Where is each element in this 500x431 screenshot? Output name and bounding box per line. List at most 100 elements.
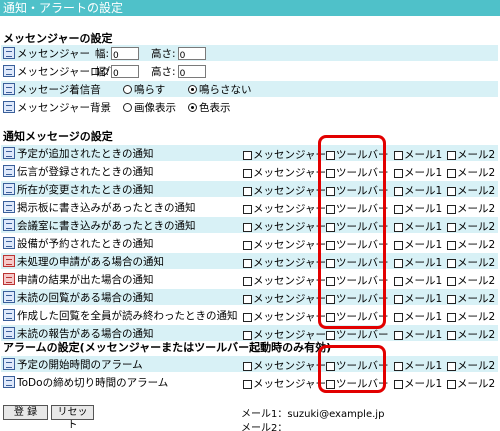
messenger-option: メッセンジャー [243,273,326,288]
messenger-checkbox[interactable] [243,168,252,178]
mail1-option: メール1 [394,291,442,306]
request-result-icon [3,273,15,285]
bg-color-radio[interactable] [188,102,197,112]
messenger-height-input[interactable]: 0 [177,46,206,61]
messenger-option: メッセンジャー [243,183,326,198]
mail2-checkbox[interactable] [447,294,456,304]
messenger-label: メッセンジャー [253,360,326,372]
notify-row: 予定の開始時間のアラーム メッセンジャー ツールバー メール1 メール2 [1,356,498,372]
messenger-label: メッセンジャー [17,47,90,60]
toolbar-label: ツールバー [336,329,389,341]
message-sound-label: メッセージ着信音 [17,83,101,96]
mail1-checkbox[interactable] [394,379,403,389]
mail2-label: メール2 [457,221,496,233]
mail2-checkbox[interactable] [447,186,456,196]
mail1-checkbox[interactable] [394,204,403,214]
pen-icon [3,183,15,195]
messenger-log-width-input[interactable]: 0 [111,64,140,79]
messenger-checkbox[interactable] [243,240,252,250]
mail2-option: メール2 [447,165,495,180]
mail2-checkbox[interactable] [447,240,456,250]
mail1-checkbox[interactable] [394,258,403,268]
notify-row: 未処理の申請がある場合の通知 メッセンジャー ツールバー メール1 メール2 [1,253,498,269]
save-button[interactable]: 登 録 [3,405,48,420]
messenger-label: メッセンジャー [253,203,326,215]
mail1-option: メール1 [394,183,442,198]
mail1-label: メール1 [404,275,443,287]
messenger-checkbox[interactable] [243,294,252,304]
mail1-checkbox[interactable] [394,240,403,250]
mail2-option: メール2 [447,327,495,342]
messenger-checkbox[interactable] [243,204,252,214]
row-label: 伝言が登録されたときの通知 [17,165,154,178]
notify-row: 設備が予約されたときの通知 メッセンジャー ツールバー メール1 メール2 [1,235,498,251]
mail2-checkbox[interactable] [447,150,456,160]
notify-row: 作成した回覧を全員が読み終わったときの通知 メッセンジャー ツールバー メール1 メール… [1,307,498,323]
messenger-checkbox[interactable] [243,361,252,371]
messenger-checkbox[interactable] [243,222,252,232]
window-icon [3,101,15,113]
messenger-checkbox[interactable] [243,379,252,389]
sound-on-radio[interactable] [123,84,132,94]
mail2-checkbox[interactable] [447,276,456,286]
notify-row: 所在が変更されたときの通知 メッセンジャー ツールバー メール1 メール2 [1,181,498,197]
mail2-checkbox[interactable] [447,222,456,232]
mail2-checkbox[interactable] [447,330,456,340]
messenger-checkbox[interactable] [243,312,252,322]
mail1-checkbox[interactable] [394,312,403,322]
mail2-checkbox[interactable] [447,168,456,178]
mail1-checkbox[interactable] [394,150,403,160]
mail2-label: メール2 [457,149,496,161]
bg-image-radio[interactable] [123,102,132,112]
mail1-option: メール1 [394,376,442,391]
mail1-checkbox[interactable] [394,276,403,286]
mail1-option: メール1 [394,237,442,252]
mail1-checkbox[interactable] [394,294,403,304]
message-sound-row: メッセージ着信音 鳴らす 鳴らさない [1,81,498,97]
mail1-label: メール1 [404,221,443,233]
height-label: 高さ: [151,65,176,78]
mail1-checkbox[interactable] [394,186,403,196]
mail1-checkbox[interactable] [394,168,403,178]
mail2-label: メール2 [457,167,496,179]
notify-row: 申請の結果が出た場合の通知 メッセンジャー ツールバー メール1 メール2 [1,271,498,287]
messenger-option: メッセンジャー [243,147,326,162]
mail2-label: メール2 [457,311,496,323]
mail1-label: メール1 [404,167,443,179]
messenger-label: メッセンジャー [253,221,326,233]
sound-off-radio[interactable] [188,84,197,94]
mail2-option: メール2 [447,237,495,252]
messenger-width-input[interactable]: 0 [111,46,140,61]
mail2-label: メール2 [457,185,496,197]
notify-row: 会議室に書き込みがあったときの通知 メッセンジャー ツールバー メール1 メール2 [1,217,498,233]
mail1-checkbox[interactable] [394,361,403,371]
notify-row: ToDoの締め切り時間のアラーム メッセンジャー ツールバー メール1 メール2 [1,374,498,390]
mail1-checkbox[interactable] [394,330,403,340]
mail2-checkbox[interactable] [447,361,456,371]
mail2-label: メール2 [457,257,496,269]
messenger-checkbox[interactable] [243,186,252,196]
messenger-checkbox[interactable] [243,150,252,160]
mail2-info: メール2： [241,423,288,431]
messenger-log-height-input[interactable]: 0 [177,64,206,79]
row-label: 作成した回覧を全員が読み終わったときの通知 [17,309,238,322]
messenger-checkbox[interactable] [243,276,252,286]
messenger-label: メッセンジャー [253,275,326,287]
mail2-checkbox[interactable] [447,258,456,268]
messenger-section-title: メッセンジャーの設定 [3,32,113,45]
mail2-checkbox[interactable] [447,379,456,389]
reset-button[interactable]: リセット [51,405,94,431]
mail1-checkbox[interactable] [394,222,403,232]
messenger-checkbox[interactable] [243,258,252,268]
mail2-checkbox[interactable] [447,204,456,214]
messenger-label: メッセンジャー [253,293,326,305]
notify-section-title: 通知メッセージの設定 [3,130,113,143]
sound-off-label: 鳴らさない [199,83,252,96]
mail1-label: メール1 [404,203,443,215]
messenger-background-label: メッセンジャー背景 [17,101,111,114]
mail2-checkbox[interactable] [447,312,456,322]
row-label: 設備が予約されたときの通知 [17,237,154,250]
mail1-label: メール1 [404,185,443,197]
mail2-option: メール2 [447,291,495,306]
mail1-label: メール1 [404,311,443,323]
